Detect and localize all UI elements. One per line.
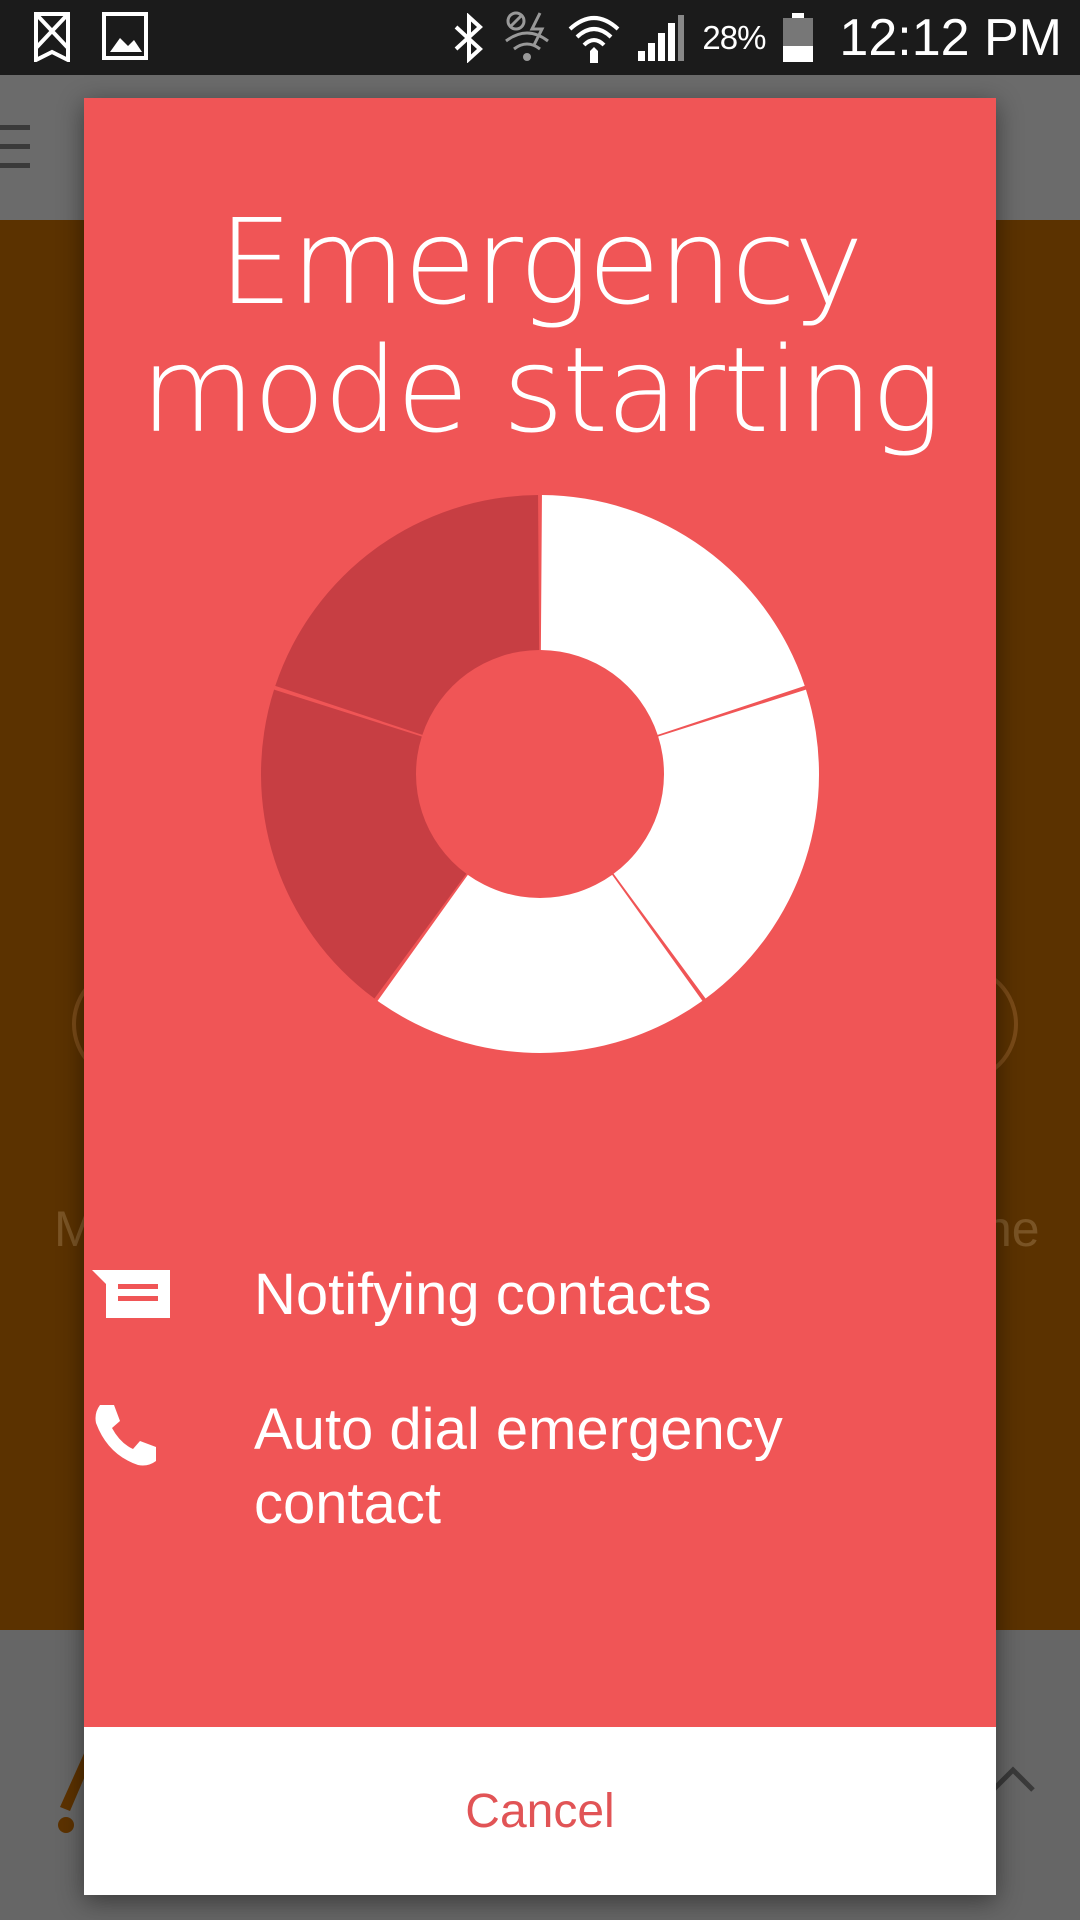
battery-icon xyxy=(781,12,815,64)
cancel-button[interactable]: Cancel xyxy=(465,1784,614,1839)
wifi-icon xyxy=(568,11,620,65)
chevron-up-icon xyxy=(990,1765,1036,1798)
clock: 12:12 PM xyxy=(839,8,1062,67)
phone-icon xyxy=(92,1401,160,1474)
notify-contacts-label: Notifying contacts xyxy=(254,1262,712,1327)
donut-segment-5 xyxy=(275,495,540,735)
menu-icon xyxy=(0,125,30,174)
status-bar: 28% 12:12 PM xyxy=(0,0,1080,75)
dialog-footer: Cancel xyxy=(84,1727,996,1895)
battery-percent: 28% xyxy=(702,18,766,56)
screen: 28% 12:12 PM M ne Emergency mode startin… xyxy=(0,0,1080,1920)
dialog-title-line2: mode starting xyxy=(140,321,941,459)
donut-segment-1 xyxy=(540,495,805,735)
countdown-donut xyxy=(261,495,819,1053)
signal-off-icon xyxy=(34,12,70,62)
message-icon xyxy=(92,1270,172,1325)
auto-dial-label: Auto dial emergency contact xyxy=(254,1397,783,1536)
dialog-title-line1: Emergency xyxy=(218,193,863,331)
cell-signal-icon xyxy=(636,13,686,63)
emergency-dialog: Emergency mode starting Notifying contac… xyxy=(84,98,996,1895)
dialog-title: Emergency mode starting xyxy=(84,198,996,454)
image-icon xyxy=(102,12,148,62)
bluetooth-icon xyxy=(452,12,486,63)
wifi-off-icon xyxy=(502,11,552,65)
